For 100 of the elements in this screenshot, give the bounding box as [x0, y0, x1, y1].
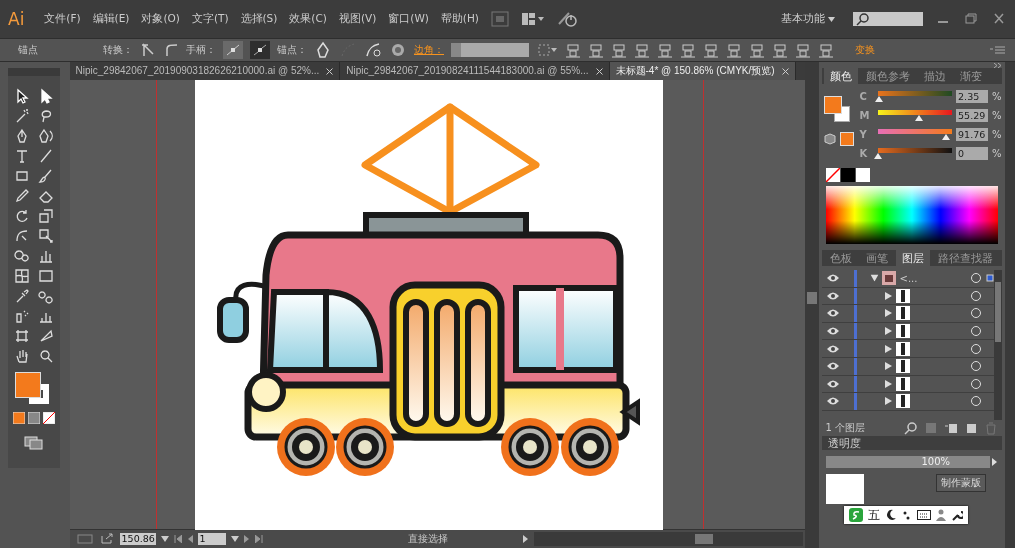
- target-icon[interactable]: [970, 325, 983, 338]
- new-layer-icon[interactable]: [964, 421, 979, 435]
- color-mode-icon[interactable]: [12, 412, 25, 424]
- value-field[interactable]: 0: [956, 147, 989, 160]
- value-field[interactable]: 2.35: [956, 90, 989, 103]
- layer-row[interactable]: [821, 375, 995, 394]
- blank-swatch-icon[interactable]: [855, 168, 870, 182]
- panel-title[interactable]: 透明度: [827, 437, 861, 449]
- color-swatch[interactable]: [839, 132, 854, 146]
- caret-icon[interactable]: [160, 536, 169, 542]
- eye-icon[interactable]: [825, 290, 840, 301]
- disclosure-arrow-icon[interactable]: [884, 327, 892, 336]
- keyboard-icon[interactable]: [916, 510, 931, 520]
- rectangle-icon[interactable]: [13, 168, 30, 184]
- color-spectrum[interactable]: [825, 186, 999, 244]
- layer-row[interactable]: [821, 305, 995, 323]
- disclosure-arrow-icon[interactable]: [870, 274, 879, 282]
- paintbrush-icon[interactable]: [37, 168, 54, 184]
- layer-row[interactable]: [821, 340, 995, 358]
- close-icon[interactable]: [595, 67, 603, 75]
- corner-field[interactable]: [451, 43, 529, 57]
- layer-row[interactable]: [821, 322, 995, 341]
- column-graph-icon[interactable]: [37, 248, 54, 264]
- menu-item[interactable]: 窗口(W): [388, 12, 429, 26]
- eye-icon[interactable]: [825, 396, 840, 407]
- ime-mode-label[interactable]: 五: [867, 506, 880, 524]
- layer-name[interactable]: <...: [899, 272, 932, 284]
- scale-icon[interactable]: [37, 208, 54, 224]
- solid-swatch-icon[interactable]: [840, 168, 855, 182]
- slider-thumb[interactable]: [875, 95, 883, 102]
- panel-tab[interactable]: 颜色: [823, 68, 858, 84]
- eye-icon[interactable]: [825, 326, 840, 337]
- disclosure-arrow-icon[interactable]: [884, 397, 892, 406]
- layer-row[interactable]: <...: [821, 270, 995, 288]
- menu-item[interactable]: 文字(T): [191, 12, 229, 26]
- last-page-icon[interactable]: [254, 535, 263, 543]
- slider-thumb[interactable]: [942, 133, 951, 140]
- show-handles-icon[interactable]: [223, 41, 243, 59]
- panel-tab[interactable]: 描边: [917, 68, 952, 84]
- slider-thumb[interactable]: [914, 114, 923, 121]
- blend-icon[interactable]: [37, 288, 54, 304]
- menu-item[interactable]: 对象(O): [141, 12, 180, 26]
- zoom-icon[interactable]: [37, 348, 54, 364]
- value-field[interactable]: 91.76: [956, 128, 989, 141]
- free-transform-icon[interactable]: [37, 228, 54, 244]
- panel-tab[interactable]: 颜色参考: [859, 68, 916, 84]
- gradient-icon[interactable]: [37, 268, 54, 284]
- make-mask-button[interactable]: 制作蒙版: [936, 474, 987, 492]
- screen-mode-icon[interactable]: [23, 436, 44, 450]
- target-icon[interactable]: [970, 360, 983, 373]
- disclosure-arrow-icon[interactable]: [884, 309, 892, 318]
- color-slider[interactable]: [877, 128, 953, 141]
- menu-item[interactable]: 效果(C): [289, 12, 327, 26]
- panel-collapse-icon[interactable]: [994, 62, 1003, 68]
- artboard-field[interactable]: 1: [197, 533, 226, 545]
- color-slider[interactable]: [877, 90, 953, 103]
- convert-smooth-icon[interactable]: [163, 42, 179, 58]
- slider-thumb[interactable]: [873, 152, 882, 159]
- eye-icon[interactable]: [825, 378, 840, 389]
- curvature-pen-icon[interactable]: [37, 128, 54, 144]
- warp-icon[interactable]: [13, 228, 30, 244]
- disclosure-arrow-icon[interactable]: [884, 344, 892, 353]
- layers-scrollbar[interactable]: [994, 270, 1003, 420]
- eye-icon[interactable]: [825, 361, 840, 372]
- target-icon[interactable]: [970, 395, 983, 408]
- color-slider[interactable]: [877, 109, 953, 122]
- zoom-field[interactable]: 150.86: [119, 533, 156, 545]
- disclosure-arrow-icon[interactable]: [884, 291, 892, 300]
- target-icon[interactable]: [970, 307, 983, 320]
- panel-tab[interactable]: 图层: [895, 250, 930, 266]
- first-page-icon[interactable]: [173, 535, 182, 543]
- hide-handles-icon[interactable]: [250, 41, 270, 59]
- panel-tab[interactable]: 渐变: [953, 68, 988, 84]
- target-icon[interactable]: [970, 342, 983, 355]
- value-field[interactable]: 55.29: [956, 109, 989, 122]
- close-icon[interactable]: [781, 67, 789, 75]
- menu-item[interactable]: 选择(S): [240, 12, 278, 26]
- previous-page-icon[interactable]: [186, 535, 193, 543]
- color-slider[interactable]: [877, 147, 953, 160]
- corner-link[interactable]: 边角：: [414, 43, 444, 57]
- anchor-points-icon[interactable]: [536, 41, 558, 59]
- none-swatch-icon[interactable]: [825, 168, 840, 182]
- clipping-mask-icon[interactable]: [924, 421, 939, 435]
- menu-item[interactable]: 视图(V): [338, 12, 377, 26]
- eye-icon[interactable]: [825, 343, 840, 354]
- disclosure-arrow-icon[interactable]: [884, 379, 892, 388]
- menu-item[interactable]: 帮助(H): [440, 12, 479, 26]
- none-mode-icon[interactable]: [42, 412, 55, 424]
- moon-icon[interactable]: [884, 509, 897, 521]
- disclosure-arrow-icon[interactable]: [884, 362, 892, 371]
- share-icon[interactable]: [98, 533, 115, 545]
- new-sublayer-icon[interactable]: [944, 421, 959, 435]
- shape-builder-icon[interactable]: [13, 248, 30, 264]
- layer-row[interactable]: [821, 393, 995, 411]
- eye-icon[interactable]: [825, 308, 840, 319]
- workspace-switcher[interactable]: 基本功能: [774, 11, 841, 27]
- caret-icon[interactable]: [230, 536, 239, 542]
- artboard-icon[interactable]: [13, 328, 30, 344]
- next-page-icon[interactable]: [243, 535, 250, 543]
- menu-item[interactable]: 文件(F): [44, 12, 81, 26]
